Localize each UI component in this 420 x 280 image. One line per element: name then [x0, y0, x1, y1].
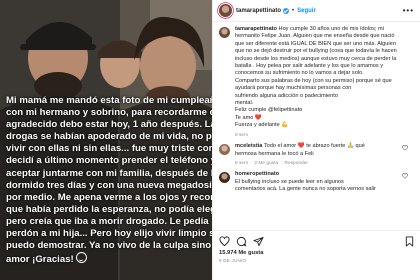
comment-line: hermosa hermana le tocó a Feli	[235, 150, 314, 157]
caption-meta: 8 sem	[235, 132, 395, 139]
post-date: 8 DE JUNIO	[219, 258, 247, 263]
comment-body: mceletstia Todo el amor ❤️ te abrazo fue…	[235, 143, 395, 167]
story-text-line: dormido tres días y con una nueva megado…	[6, 179, 212, 191]
comment-line: mceletstia Todo el amor ❤️ te abrazo fue…	[235, 143, 395, 150]
comment-line: homeropettinato	[235, 171, 395, 178]
caption-body: tamarapettinato Hoy cumple 30 años uno d…	[235, 26, 397, 139]
comment-line: comentarios acá. La gente nunca no sopor…	[235, 186, 376, 193]
comment-item: mceletstia Todo el amor ❤️ te abrazo fue…	[219, 143, 415, 167]
heart-icon[interactable]	[219, 235, 230, 247]
separator-dot: •	[292, 7, 295, 14]
comment-time: 8 sem	[235, 160, 249, 166]
caption-line: tamarapettinato Hoy cumple 30 años uno d…	[235, 26, 395, 33]
post-header: tamarapettinato • Seguir •••	[213, 0, 420, 22]
caption-line: ayudará porque hay muchísimas personas c…	[235, 85, 352, 92]
avatar[interactable]	[219, 4, 232, 17]
verified-badge-icon	[283, 7, 290, 14]
comment-line: El bullying incluso se puede leer en alg…	[235, 178, 344, 185]
caption-line: Comparto sus palabras de hoy (con su per…	[235, 77, 392, 84]
caption-line: mental.	[235, 100, 254, 107]
likes-count[interactable]: 15.974 Me gusta	[219, 250, 415, 256]
post-panel: tamarapettinato • Seguir ••• tamarapetti…	[212, 0, 420, 280]
story-text-line: pero creía que iba a morir drogado. Le p…	[6, 215, 209, 227]
story-text-line: aceptar juntarme con mi familia, después…	[6, 167, 212, 179]
caption-line: sufriendo alguna adicción o padecimiento	[235, 92, 338, 99]
post-actions: 15.974 Me gusta 8 DE JUNIO	[213, 230, 420, 280]
comment-meta: 8 sem 2 Me gusta Responder	[235, 160, 395, 167]
story-text: Mi mamá me mandó esta foto de mi cumplea…	[6, 95, 212, 266]
comment-text: Todo el amor ❤️ te abrazo fuerte 🙏 qué	[263, 143, 365, 150]
caption-line: Fuerza y adelante 💪	[235, 122, 289, 129]
comment-body: homeropettinato El bullying incluso se p…	[235, 171, 395, 193]
comment-like-heart-icon[interactable]	[402, 145, 408, 151]
caption-time: 8 sem	[235, 132, 249, 138]
story-text-line: por medio. Me apena verme a los ojos y r…	[6, 191, 212, 203]
follow-button[interactable]: Seguir	[297, 8, 316, 14]
story-photo: Mi mamá me mandó esta foto de mi cumplea…	[0, 0, 212, 280]
story-text-line: vivir con ellas ni sin ellas... fue muy …	[6, 143, 212, 155]
story-text-line: perdón a mi hija... Pero hoy elijo vivir…	[6, 228, 212, 240]
comments-area[interactable]: tamarapettinato Hoy cumple 30 años uno d…	[213, 22, 420, 230]
story-text-line: decidí a último momento prender el teléf…	[6, 155, 212, 167]
share-icon[interactable]	[253, 236, 264, 247]
caption-line: incluso desde los medios) aunque estuvo …	[235, 55, 397, 62]
story-text-line: agradecido debo estar hoy, 1 año después…	[6, 119, 212, 131]
caption-line: que ser diferente está IGUAL DE BIEN que…	[235, 40, 396, 47]
caption-line: que no se dejó destruir por el bullying …	[235, 48, 397, 55]
post-username[interactable]: tamarapettinato	[236, 8, 281, 14]
caption-text: Feliz cumple @felipettinato	[235, 107, 303, 114]
comment-username[interactable]: mceletstia	[235, 143, 262, 149]
caption-line: batalla . Hoy pelea por salir adelante y…	[235, 63, 384, 70]
caption-line: hermanito Felipe Juan. Alguien que me en…	[235, 33, 395, 40]
action-icons	[219, 235, 415, 247]
story-text-line-last: amor ¡Gracias!	[6, 252, 210, 266]
more-options-icon[interactable]: •••	[403, 6, 414, 15]
story-text-line: puedo demostrar. Ya no vivo de la culpa …	[6, 240, 212, 252]
comment-like-heart-icon[interactable]	[402, 173, 408, 179]
caption-line: Feliz cumple @felipettinato	[235, 107, 395, 114]
avatar[interactable]	[219, 144, 230, 156]
caption-line: conocemos su sufrimiento no lo vamos a d…	[235, 70, 364, 77]
comment-item: homeropettinato El bullying incluso se p…	[219, 171, 415, 193]
caption: tamarapettinato Hoy cumple 30 años uno d…	[219, 26, 415, 139]
smiley-icon	[75, 252, 87, 264]
story-text-last: amor ¡Gracias!	[6, 254, 74, 266]
story-text-line: con mi hermano y sobrino, para recordarm…	[6, 107, 212, 119]
avatar[interactable]	[219, 172, 230, 184]
story-text-line: que había perdido la esperanza, no podía…	[6, 203, 212, 215]
caption-username[interactable]: tamarapettinato	[235, 26, 277, 32]
story-text-line: drogas se habían apoderado de mi vida, n…	[6, 131, 212, 143]
caption-text: Hoy cumple 30 años uno de mis ídolos; mi	[278, 26, 384, 32]
comment-icon[interactable]	[236, 236, 247, 247]
bookmark-icon[interactable]	[404, 235, 415, 247]
comment-likes[interactable]: 2 Me gusta	[254, 161, 278, 166]
story-text-line: Mi mamá me mandó esta foto de mi cumplea…	[6, 95, 212, 106]
reply-button[interactable]: Responder	[285, 161, 308, 166]
comment-username[interactable]: homeropettinato	[235, 171, 279, 177]
avatar[interactable]	[219, 27, 230, 38]
